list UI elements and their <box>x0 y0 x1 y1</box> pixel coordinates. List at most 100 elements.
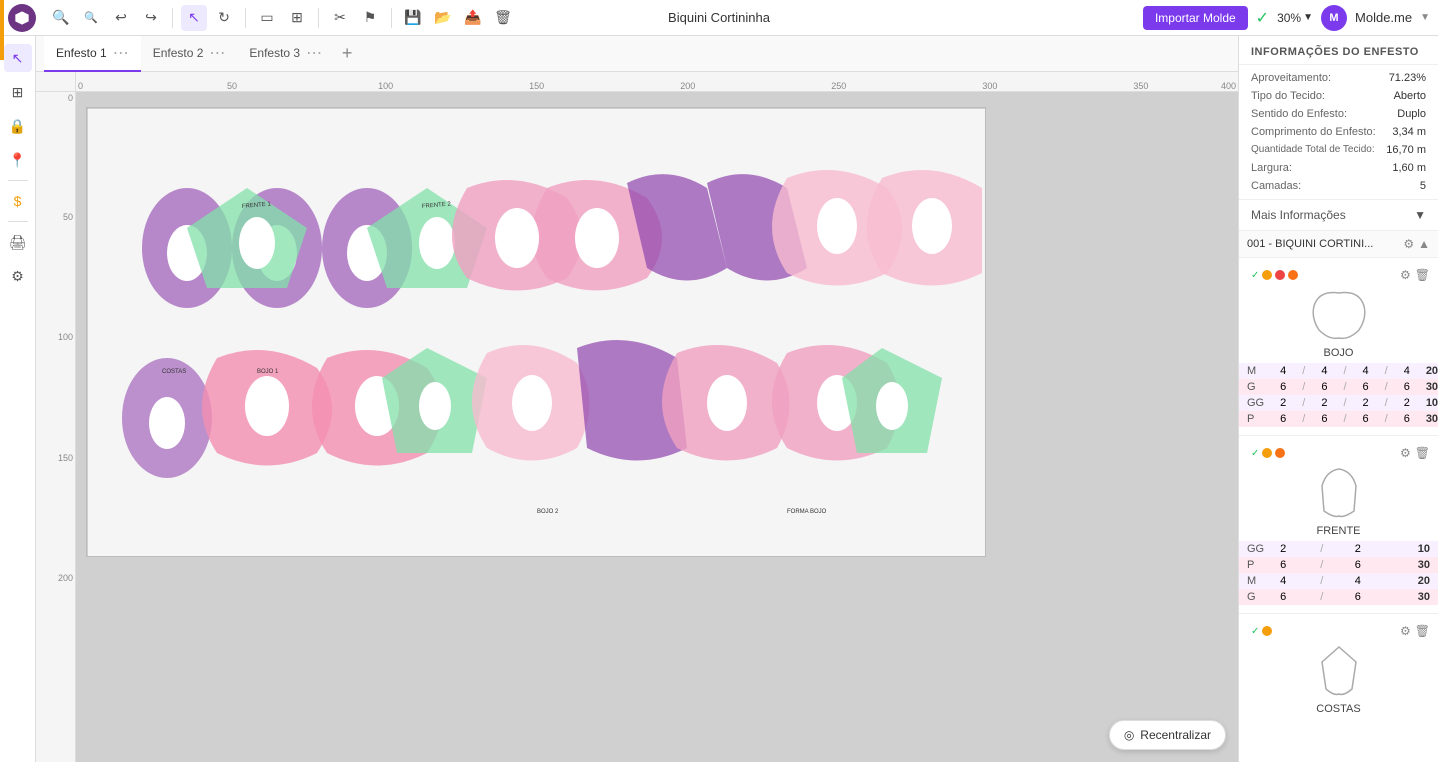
ruler-vertical: 0 50 100 150 200 <box>36 92 76 762</box>
toolbar-right: Importar Molde ✓ 30% ▼ M Molde.me ▼ <box>1143 5 1430 31</box>
tab-more-icon3[interactable]: ⋯ <box>306 43 322 63</box>
piece-frente-header: ✓ ⚙ 🗑 <box>1239 444 1438 462</box>
svg-text:BOJO 2: BOJO 2 <box>537 509 559 515</box>
h-tick-150: 150 <box>529 81 544 91</box>
zoom-out-btn[interactable]: 🔍 <box>78 5 104 31</box>
frente-dot-orange <box>1275 448 1285 458</box>
piece-bojo-header: ✓ ⚙ 🗑 <box>1239 266 1438 284</box>
info-row-camadas: Camadas: 5 <box>1239 177 1438 195</box>
h-tick-0: 0 <box>78 81 83 91</box>
open-btn[interactable]: 📂 <box>430 5 456 31</box>
frente-delete-btn[interactable]: 🗑 <box>1415 446 1430 460</box>
table-row: GG2/210 <box>1239 541 1438 557</box>
info-row-aproveitamento: Aproveitamento: 71.23% <box>1239 69 1438 87</box>
import-button[interactable]: Importar Molde <box>1143 6 1248 30</box>
piece-set-settings-btn[interactable]: ⚙ <box>1403 237 1414 251</box>
h-tick-400: 400 <box>1221 81 1236 91</box>
layers-btn[interactable]: ⊞ <box>284 5 310 31</box>
chevron-down-icon-brand: ▼ <box>1420 12 1430 23</box>
sidebar-lock-btn[interactable]: 🔒 <box>4 112 32 140</box>
yellow-indicator <box>0 36 4 60</box>
v-tick-150: 150 <box>58 454 73 463</box>
recenter-btn[interactable]: ◎ Recentralizar <box>1109 720 1226 750</box>
svg-text:FORMA BOJO: FORMA BOJO <box>787 509 827 515</box>
cursor-btn[interactable]: ↖ <box>181 5 207 31</box>
panel-title: INFORMAÇÕES DO ENFESTO <box>1239 36 1438 65</box>
toolbar: 🔍 🔍 ↩ ↪ ↖ ↻ ▭ ⊞ ✂ ⚑ 💾 📂 📤 🗑 Biquini Cort… <box>0 0 1438 36</box>
export-btn[interactable]: 📤 <box>460 5 486 31</box>
check-icon: ✓ <box>1256 8 1269 28</box>
frente-shape <box>1239 462 1438 525</box>
tab-more-icon[interactable]: ⋯ <box>113 43 129 63</box>
left-sidebar: ↖ ⊞ 🔒 📍 $ 🖨 ⚙ <box>0 36 36 762</box>
piece-costas-header: ✓ ⚙ 🗑 <box>1239 622 1438 640</box>
table-row: G6/630 <box>1239 589 1438 605</box>
sidebar-cursor-btn[interactable]: ↖ <box>4 44 32 72</box>
frente-size-table: GG2/210 P6/630 M4/420 G6/630 <box>1239 541 1438 605</box>
v-tick-200: 200 <box>58 574 73 583</box>
ruler-canvas-wrap: 0 50 100 150 200 250 300 350 400 <box>36 72 1238 762</box>
info-table: Aproveitamento: 71.23% Tipo do Tecido: A… <box>1239 65 1438 199</box>
tab-enfesto2[interactable]: Enfesto 2 ⋯ <box>141 36 238 72</box>
frente-dot-yellow <box>1262 448 1272 458</box>
h-tick-50: 50 <box>227 81 237 91</box>
costas-shape <box>1239 640 1438 703</box>
table-row: M4/420 <box>1239 573 1438 589</box>
v-tick-50: 50 <box>63 213 73 222</box>
info-row-sentido: Sentido do Enfesto: Duplo <box>1239 105 1438 123</box>
bojo-settings-btn[interactable]: ⚙ <box>1400 268 1411 282</box>
sidebar-print-btn[interactable]: 🖨 <box>4 228 32 256</box>
sidebar-pin-btn[interactable]: 📍 <box>4 146 32 174</box>
app-logo <box>8 4 36 32</box>
piece-set-collapse-btn[interactable]: ▲ <box>1418 237 1430 251</box>
v-tick-0: 0 <box>68 94 73 103</box>
redo-btn[interactable]: ↪ <box>138 5 164 31</box>
piece-frente: ✓ ⚙ 🗑 FRENTE G <box>1239 435 1438 613</box>
table-row: P6/6/6/630 <box>1239 411 1438 427</box>
rect-btn[interactable]: ▭ <box>254 5 280 31</box>
costas-settings-btn[interactable]: ⚙ <box>1400 624 1411 638</box>
chevron-down-icon-mais: ▼ <box>1414 208 1426 222</box>
sidebar-settings-btn[interactable]: ⚙ <box>4 262 32 290</box>
add-tab-btn[interactable]: + <box>334 41 360 67</box>
frente-settings-btn[interactable]: ⚙ <box>1400 446 1411 460</box>
tab-more-icon2[interactable]: ⋯ <box>209 43 225 63</box>
v-tick-100: 100 <box>58 333 73 342</box>
save-btn[interactable]: 💾 <box>400 5 426 31</box>
target-icon: ◎ <box>1124 728 1134 742</box>
sidebar-sep1 <box>8 180 28 181</box>
cut-btn[interactable]: ✂ <box>327 5 353 31</box>
info-row-largura: Largura: 1,60 m <box>1239 159 1438 177</box>
delete-btn[interactable]: 🗑 <box>490 5 516 31</box>
canvas-scroll[interactable]: FRENTE 1 FRENTE 2 COSTAS BOJO 1 BOJO 2 F… <box>76 92 1238 762</box>
bojo-size-table: M4/4/4/420 G6/6/6/630 GG2/2/2/210 P6/6/6… <box>1239 363 1438 427</box>
costas-delete-btn[interactable]: 🗑 <box>1415 624 1430 638</box>
svg-text:BOJO 1: BOJO 1 <box>257 369 279 375</box>
sidebar-sep2 <box>8 221 28 222</box>
bojo-delete-btn[interactable]: 🗑 <box>1415 268 1430 282</box>
undo-btn[interactable]: ↩ <box>108 5 134 31</box>
sidebar-layers-btn[interactable]: ⊞ <box>4 78 32 106</box>
ruler-corner <box>36 72 76 92</box>
info-row-tecido: Tipo do Tecido: Aberto <box>1239 87 1438 105</box>
tab-enfesto3[interactable]: Enfesto 3 ⋯ <box>237 36 334 72</box>
refresh-btn[interactable]: ↻ <box>211 5 237 31</box>
mais-info-row[interactable]: Mais Informações ▼ <box>1239 199 1438 230</box>
tab-bar: Enfesto 1 ⋯ Enfesto 2 ⋯ Enfesto 3 ⋯ + <box>36 36 1238 72</box>
h-tick-200: 200 <box>680 81 695 91</box>
bojo-dot-red <box>1275 270 1285 280</box>
zoom-in-btn[interactable]: 🔍 <box>48 5 74 31</box>
table-row: P6/630 <box>1239 557 1438 573</box>
chevron-down-icon: ▼ <box>1303 12 1313 23</box>
bojo-dot-yellow <box>1262 270 1272 280</box>
sidebar-dollar-btn[interactable]: $ <box>4 187 32 215</box>
fabric-canvas[interactable]: FRENTE 1 FRENTE 2 COSTAS BOJO 1 BOJO 2 F… <box>86 107 986 557</box>
piece-costas: ✓ ⚙ 🗑 COSTAS <box>1239 613 1438 727</box>
piece-list[interactable]: ✓ ⚙ 🗑 BOJO <box>1239 257 1438 762</box>
tab-enfesto1[interactable]: Enfesto 1 ⋯ <box>44 36 141 72</box>
avatar[interactable]: M <box>1321 5 1347 31</box>
svg-text:COSTAS: COSTAS <box>162 369 186 375</box>
frente-check-icon: ✓ <box>1251 448 1259 459</box>
sep4 <box>391 8 392 28</box>
flag-btn[interactable]: ⚑ <box>357 5 383 31</box>
